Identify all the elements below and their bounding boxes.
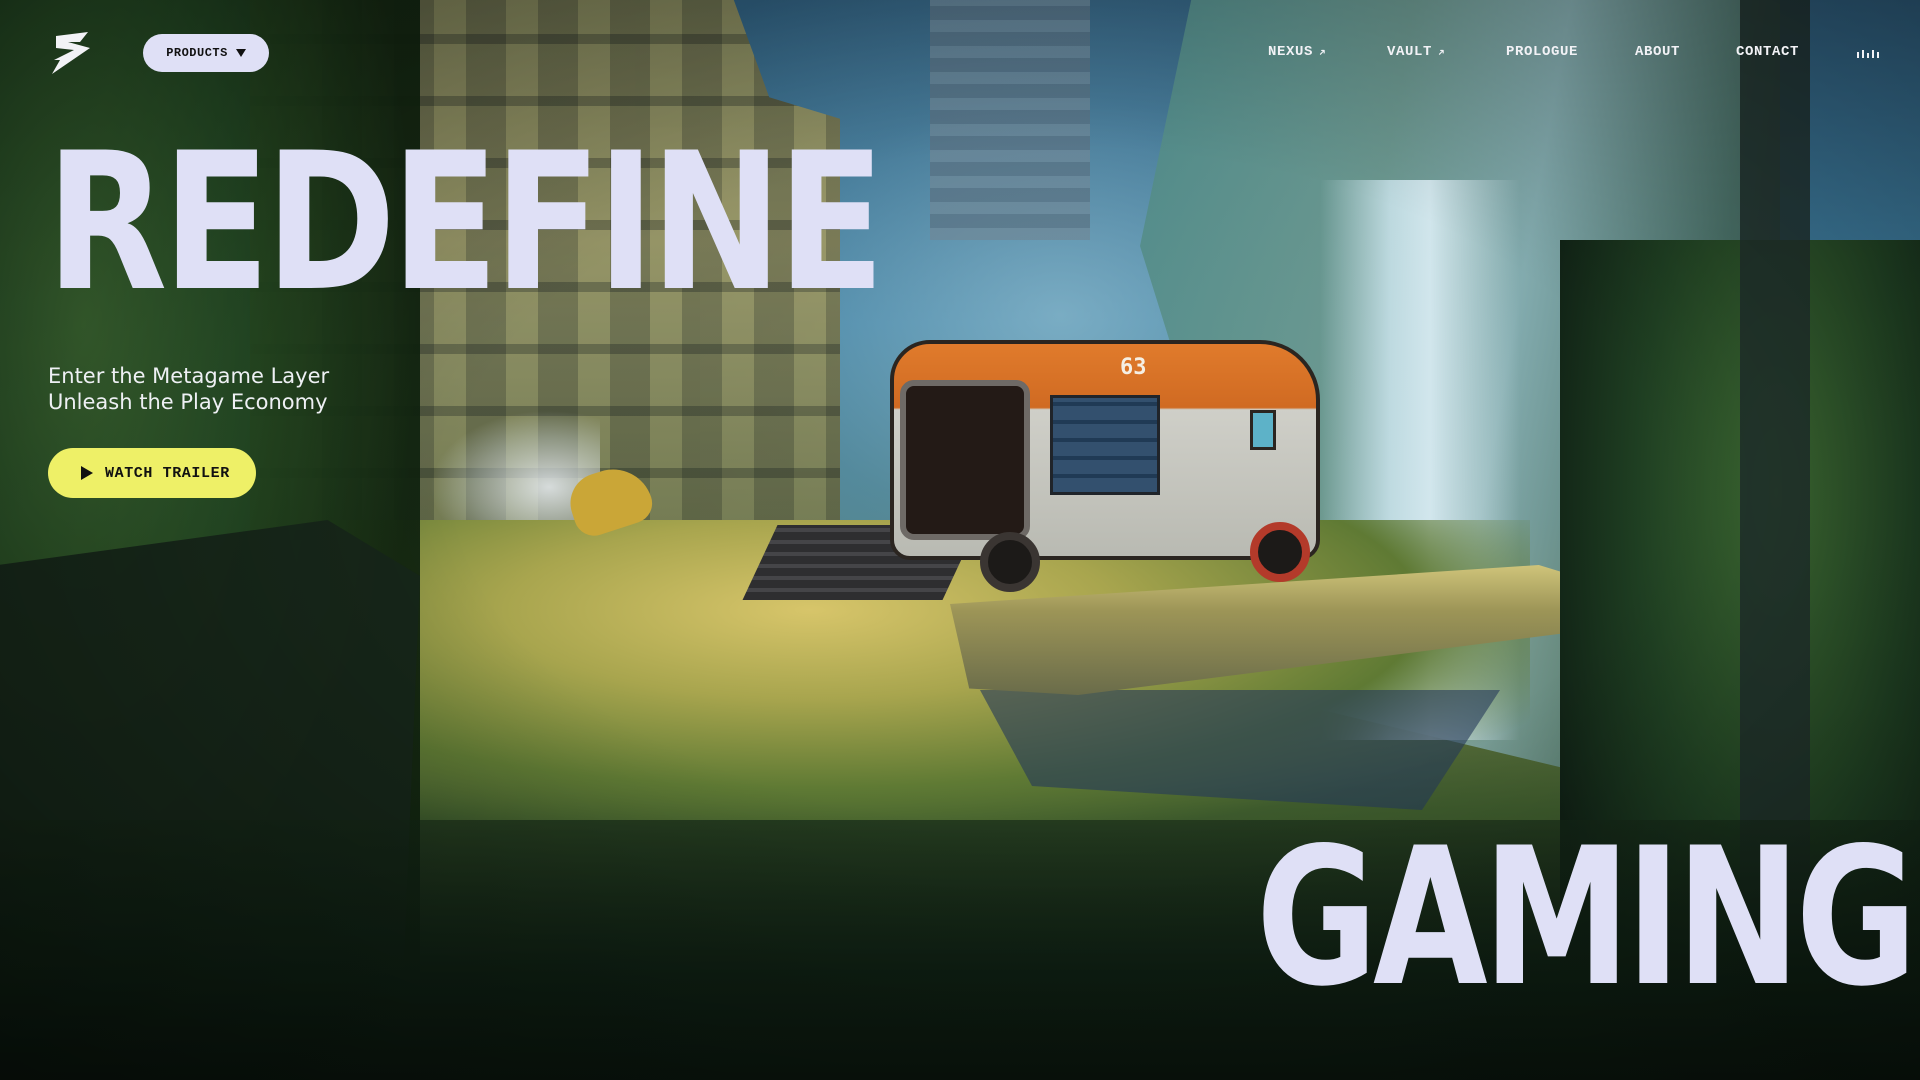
caret-down-icon — [235, 49, 246, 57]
products-label: PRODUCTS — [166, 46, 228, 60]
nav-item-vault[interactable]: VAULT ➜ — [1387, 44, 1450, 60]
nav-item-nexus[interactable]: NEXUS ➜ — [1268, 44, 1331, 60]
watch-trailer-button[interactable]: WATCH TRAILER — [48, 448, 256, 498]
nav-item-about[interactable]: ABOUT — [1635, 44, 1680, 60]
nav-item-label: PROLOGUE — [1506, 44, 1579, 60]
headline-redefine: REDEFINE — [46, 112, 885, 333]
nav-item-prologue[interactable]: PROLOGUE — [1506, 44, 1578, 60]
nav-item-label: NEXUS — [1268, 44, 1314, 60]
hero-subtitle: Enter the Metagame Layer Unleash the Pla… — [48, 363, 329, 415]
watch-trailer-label: WATCH TRAILER — [105, 464, 230, 482]
nav-item-label: VAULT — [1387, 44, 1433, 60]
play-icon — [81, 466, 93, 480]
audio-bars-icon[interactable] — [1857, 50, 1879, 58]
subtitle-line-2: Unleash the Play Economy — [48, 390, 328, 414]
z-logo-icon[interactable] — [50, 30, 94, 76]
headline-gaming: GAMING — [1256, 807, 1917, 1028]
nav-item-label: ABOUT — [1635, 44, 1681, 60]
products-dropdown-button[interactable]: PRODUCTS — [143, 34, 269, 72]
subtitle-line-1: Enter the Metagame Layer — [48, 364, 330, 388]
nav-item-contact[interactable]: CONTACT — [1736, 44, 1799, 60]
nav-item-label: CONTACT — [1736, 44, 1800, 60]
